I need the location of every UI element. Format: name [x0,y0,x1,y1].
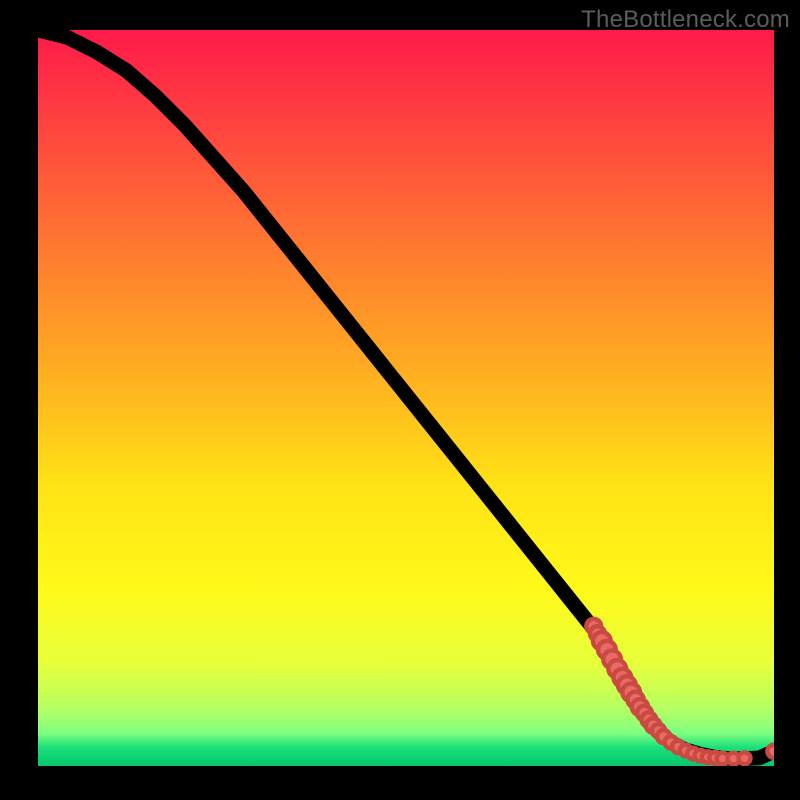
data-marker [739,752,751,764]
data-marker [767,745,774,758]
watermark-text: TheBottleneck.com [581,6,790,34]
bottleneck-curve [38,30,774,759]
chart-frame: TheBottleneck.com [0,0,800,800]
marker-layer [586,619,774,765]
plot-area [38,30,774,766]
chart-svg [38,30,774,766]
